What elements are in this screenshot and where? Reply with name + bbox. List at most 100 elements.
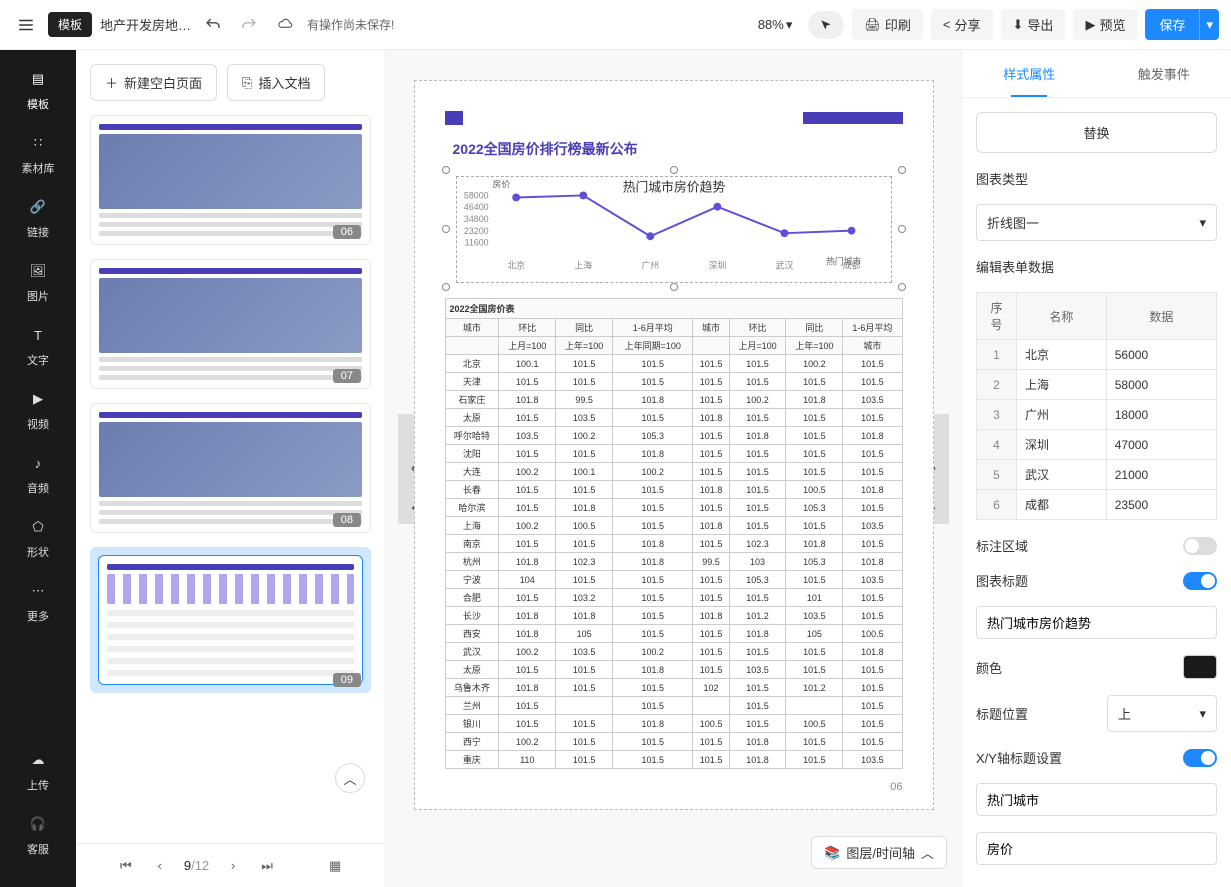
resize-handle[interactable]: [442, 283, 450, 291]
chart-title-input[interactable]: [976, 606, 1217, 639]
sidebar-item-upload[interactable]: ☁上传: [27, 749, 49, 793]
table-row[interactable]: 银川101.5101.5101.8100.5101.5100.5101.5: [445, 715, 902, 733]
sidebar-item-assets[interactable]: ∷素材库: [22, 132, 55, 176]
title-pos-select[interactable]: 上▾: [1107, 695, 1217, 732]
page-badge: 08: [333, 513, 361, 527]
sidebar-item-shape[interactable]: ⬠形状: [27, 516, 49, 560]
chart-data-table[interactable]: 序号 名称 数据 1北京560002上海580003广州180004深圳4700…: [976, 292, 1217, 520]
resize-handle[interactable]: [898, 166, 906, 174]
replace-button[interactable]: 替换: [976, 112, 1217, 153]
table-row[interactable]: 西安101.8105101.5101.5101.8105100.5: [445, 625, 902, 643]
resize-handle[interactable]: [670, 166, 678, 174]
new-page-button[interactable]: ＋新建空白页面: [90, 64, 217, 101]
table-row[interactable]: 杭州101.8102.3101.899.5103105.3101.8: [445, 553, 902, 571]
chart-selection-box[interactable]: 房价 热门城市房价趋势 热门城市 11600232003480046400580…: [445, 169, 903, 288]
color-picker[interactable]: [1183, 655, 1217, 679]
table-row[interactable]: 武汉100.2103.5100.2101.5101.5101.5101.8: [445, 643, 902, 661]
plus-icon: ＋: [105, 73, 118, 92]
properties-panel: 样式属性 触发事件 替换 图表类型 折线图一▾ 编辑表单数据 序号 名称 数据 …: [961, 50, 1231, 887]
layer-timeline-button[interactable]: 📚图层/时间轴︿: [811, 836, 947, 869]
sidebar-item-link[interactable]: 🔗链接: [27, 196, 49, 240]
export-button[interactable]: ⬇导出: [1001, 9, 1066, 40]
table-row[interactable]: 石家庄101.899.5101.8101.5100.2101.8103.5: [445, 391, 902, 409]
sidebar-item-template[interactable]: ▤模板: [27, 68, 49, 112]
redo-icon[interactable]: [235, 11, 263, 39]
grid-view-button[interactable]: ▦: [325, 856, 345, 876]
canvas-area[interactable]: ‹⏴ ›⏵ 📚图层/时间轴︿ 2022全国房价排行榜最新公布: [386, 50, 961, 887]
save-dropdown[interactable]: ▾: [1199, 9, 1219, 40]
page-badge: 07: [333, 369, 361, 383]
print-button[interactable]: 🖨印刷: [852, 9, 923, 40]
data-row[interactable]: 5武汉21000: [977, 460, 1217, 490]
play-icon: ▶: [1085, 17, 1095, 33]
table-row[interactable]: 呼尔哈特103.5100.2105.3101.5101.8101.5101.8: [445, 427, 902, 445]
thumbnail-page[interactable]: 06: [90, 115, 371, 245]
svg-text:上海: 上海: [574, 259, 592, 270]
save-button[interactable]: 保存: [1145, 9, 1199, 40]
thumbnail-page[interactable]: 08: [90, 403, 371, 533]
import-icon: ⎘: [242, 75, 252, 91]
table-row[interactable]: 合肥101.5103.2101.5101.5101.5101101.5: [445, 589, 902, 607]
x-axis-input[interactable]: [976, 783, 1217, 816]
cloud-icon[interactable]: [271, 11, 299, 39]
table-row[interactable]: 南京101.5101.5101.8101.5102.3101.8101.5: [445, 535, 902, 553]
sidebar-item-text[interactable]: T文字: [27, 324, 49, 368]
sidebar-item-more[interactable]: ⋯更多: [27, 580, 49, 624]
zoom-select[interactable]: 88%▾: [750, 13, 801, 37]
data-row[interactable]: 4深圳47000: [977, 430, 1217, 460]
scroll-up-button[interactable]: ︿: [335, 763, 365, 793]
table-row[interactable]: 宁波104101.5101.5101.5105.3101.5103.5: [445, 571, 902, 589]
sidebar-item-support[interactable]: 🎧客服: [27, 813, 49, 857]
table-row[interactable]: 重庆110101.5101.5101.5101.8101.5103.5: [445, 751, 902, 769]
chart-title-toggle[interactable]: [1183, 572, 1217, 590]
table-row[interactable]: 西宁100.2101.5101.5101.5101.8101.5101.5: [445, 733, 902, 751]
table-row[interactable]: 太原101.5101.5101.8101.5103.5101.5101.5: [445, 661, 902, 679]
table-row[interactable]: 长沙101.8101.8101.5101.8101.2103.5101.5: [445, 607, 902, 625]
axis-title-toggle[interactable]: [1183, 749, 1217, 767]
thumbnail-page[interactable]: 07: [90, 259, 371, 389]
data-row[interactable]: 6成都23500: [977, 490, 1217, 520]
table-row[interactable]: 天津101.5101.5101.5101.5101.5101.5101.5: [445, 373, 902, 391]
resize-handle[interactable]: [442, 166, 450, 174]
prev-page-button[interactable]: ‹: [150, 856, 170, 876]
page-canvas[interactable]: 2022全国房价排行榜最新公布 房价 热门城市房价趋势 热门城市: [414, 80, 934, 810]
table-row[interactable]: 长春101.5101.5101.5101.8101.5100.5101.8: [445, 481, 902, 499]
table-row[interactable]: 北京100.1101.5101.5101.5101.5100.2101.5: [445, 355, 902, 373]
resize-handle[interactable]: [898, 225, 906, 233]
cursor-mode[interactable]: [808, 11, 844, 39]
undo-icon[interactable]: [199, 11, 227, 39]
data-row[interactable]: 2上海58000: [977, 370, 1217, 400]
tab-event[interactable]: 触发事件: [1097, 50, 1231, 97]
price-table[interactable]: 2022全国房价表 城市环比同比1-6月平均城市环比同比1-6月平均 上月=10…: [445, 298, 903, 769]
document-title[interactable]: 地产开发房地…: [100, 15, 191, 34]
sidebar-item-video[interactable]: ▶视频: [27, 388, 49, 432]
resize-handle[interactable]: [670, 283, 678, 291]
y-axis-input[interactable]: [976, 832, 1217, 865]
last-page-button[interactable]: ⏭: [257, 856, 277, 876]
chart-type-select[interactable]: 折线图一▾: [976, 204, 1217, 241]
menu-icon[interactable]: [12, 11, 40, 39]
annotation-toggle[interactable]: [1183, 537, 1217, 555]
sidebar-item-image[interactable]: 🖼图片: [27, 260, 49, 304]
line-chart[interactable]: 房价 热门城市房价趋势 热门城市 11600232003480046400580…: [456, 176, 892, 283]
table-row[interactable]: 哈尔滨101.5101.8101.5101.5101.5105.3101.5: [445, 499, 902, 517]
data-row[interactable]: 1北京56000: [977, 340, 1217, 370]
page-title[interactable]: 2022全国房价排行榜最新公布: [445, 139, 903, 159]
data-row[interactable]: 3广州18000: [977, 400, 1217, 430]
table-row[interactable]: 沈阳101.5101.5101.8101.5101.5101.5101.5: [445, 445, 902, 463]
thumbnail-page[interactable]: 09: [90, 547, 371, 693]
share-button[interactable]: <分享: [931, 9, 993, 40]
table-row[interactable]: 乌鲁木齐101.8101.5101.5102101.5101.2101.5: [445, 679, 902, 697]
insert-doc-button[interactable]: ⎘插入文档: [227, 64, 325, 101]
resize-handle[interactable]: [898, 283, 906, 291]
table-row[interactable]: 大连100.2100.1100.2101.5101.5101.5101.5: [445, 463, 902, 481]
tab-style[interactable]: 样式属性: [962, 50, 1097, 97]
first-page-button[interactable]: ⏮: [116, 856, 136, 876]
table-row[interactable]: 兰州101.5101.5101.5101.5: [445, 697, 902, 715]
sidebar-item-audio[interactable]: ♪音频: [27, 452, 49, 496]
resize-handle[interactable]: [442, 225, 450, 233]
table-row[interactable]: 上海100.2100.5101.5101.8101.5101.5103.5: [445, 517, 902, 535]
next-page-button[interactable]: ›: [223, 856, 243, 876]
preview-button[interactable]: ▶预览: [1073, 9, 1137, 40]
table-row[interactable]: 太原101.5103.5101.5101.8101.5101.5101.5: [445, 409, 902, 427]
